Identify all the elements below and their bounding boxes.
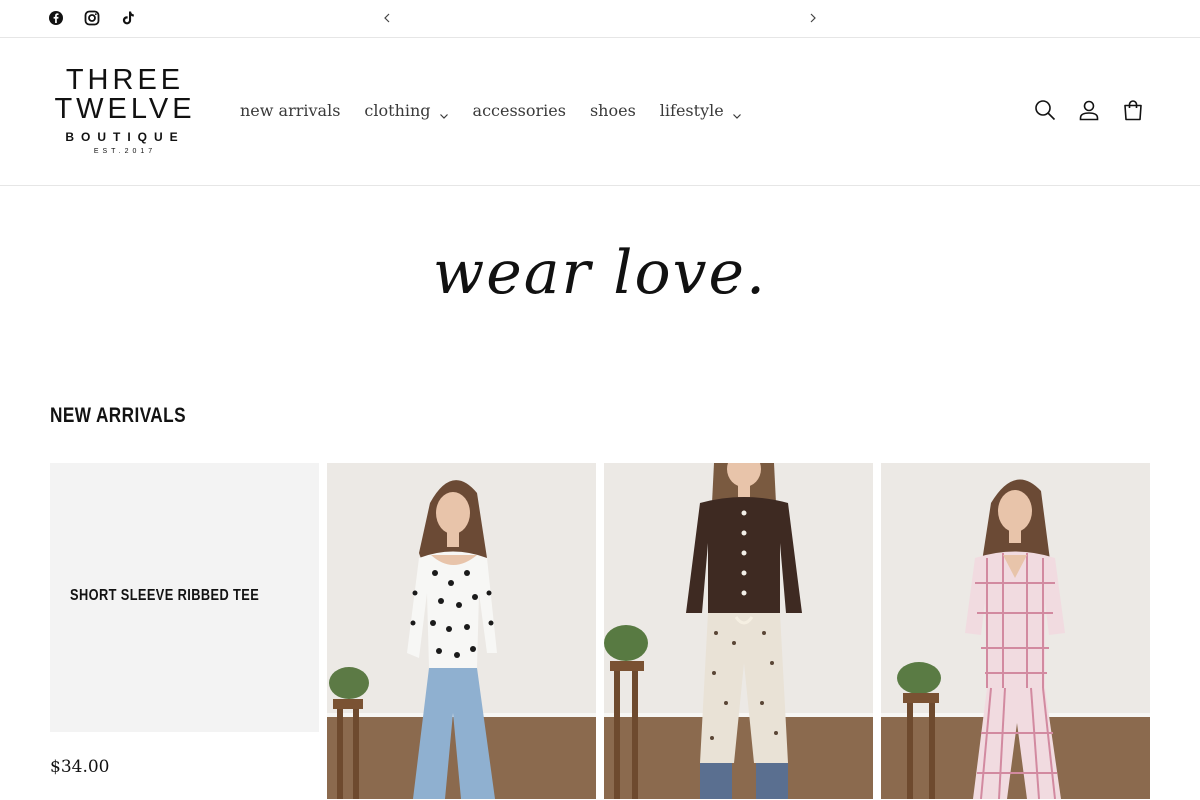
logo-line-three: THREE — [65, 64, 185, 96]
nav-item-accessories[interactable]: accessories — [473, 101, 566, 120]
product-name[interactable]: SHORT SLEEVE RIBBED TEE — [70, 587, 259, 605]
logo-line-boutique: BOUTIQUE — [65, 130, 185, 144]
cart-icon[interactable] — [1122, 99, 1144, 121]
brand-tagline: wear love. — [432, 238, 768, 308]
product-placeholder[interactable]: SHORT SLEEVE RIBBED TEE — [50, 463, 319, 732]
instagram-icon[interactable] — [84, 10, 100, 26]
chevron-right-icon[interactable] — [805, 10, 821, 26]
chevron-down-icon — [732, 106, 742, 119]
nav-item-label: lifestyle — [659, 101, 724, 120]
nav-item-shoes[interactable]: shoes — [590, 101, 636, 120]
nav-item-label: shoes — [589, 101, 636, 120]
account-icon[interactable] — [1078, 99, 1100, 121]
section-title: NEW ARRIVALS — [50, 404, 186, 427]
product-card[interactable] — [604, 463, 873, 799]
product-card[interactable] — [881, 463, 1150, 799]
header-actions — [1034, 99, 1144, 121]
announcement-bar — [0, 0, 1200, 38]
polka-dot-top-jeans-photo[interactable] — [327, 463, 596, 799]
logo-line-twelve: TWELVE — [54, 93, 196, 125]
tiktok-icon[interactable] — [120, 10, 136, 26]
nav-item-label: new arrivals — [240, 101, 341, 120]
facebook-icon[interactable] — [48, 10, 64, 26]
social-links — [48, 10, 136, 26]
chevron-left-icon[interactable] — [379, 10, 395, 26]
product-price: $34.00 — [50, 757, 110, 777]
brown-cardigan-floral-pants-photo[interactable] — [604, 463, 873, 799]
nav-item-clothing[interactable]: clothing — [364, 101, 448, 120]
nav-item-lifestyle[interactable]: lifestyle — [660, 101, 742, 120]
chevron-down-icon — [439, 106, 449, 119]
nav-item-new-arrivals[interactable]: new arrivals — [240, 101, 340, 120]
nav-item-label: clothing — [364, 101, 431, 120]
store-logo[interactable]: THREE TWELVE BOUTIQUE EST.2017 — [50, 66, 200, 158]
pink-plaid-set-photo[interactable] — [881, 463, 1150, 799]
nav-item-label: accessories — [472, 101, 566, 120]
product-card[interactable] — [327, 463, 596, 799]
search-icon[interactable] — [1034, 99, 1056, 121]
logo-line-est: EST.2017 — [93, 148, 157, 155]
site-header: THREE TWELVE BOUTIQUE EST.2017 new arriv… — [0, 39, 1200, 186]
product-card[interactable]: SHORT SLEEVE RIBBED TEE $34.00 — [50, 463, 319, 777]
main-nav: new arrivals clothing accessories shoes … — [240, 101, 766, 120]
